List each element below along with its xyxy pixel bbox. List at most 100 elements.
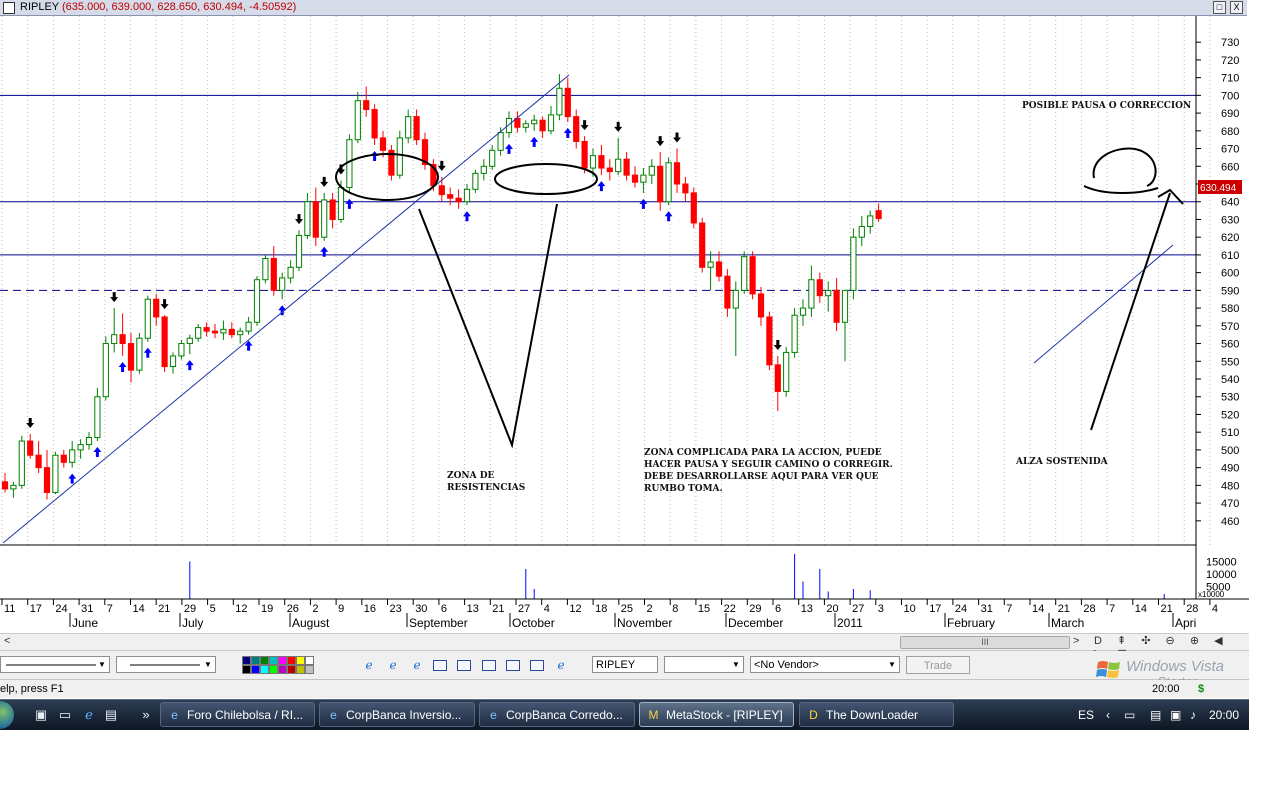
candle-body [606,167,613,173]
color-palette[interactable] [242,656,327,674]
horizontal-scrollbar[interactable]: < III > D ⇞ ✣ ⊖ ⊕ ◀ ▶ ⊞ [0,633,1249,660]
color-swatch[interactable] [242,665,251,674]
price-tick-label: 560 [1221,339,1239,351]
color-swatch[interactable] [287,656,296,665]
date-tick-label: 23 [390,603,402,615]
date-tick-label: 21 [1058,603,1070,615]
volume-icon[interactable]: ♪ [1190,700,1196,730]
periodicity-select[interactable]: ▼ [664,656,744,673]
chevron-down-icon: ▼ [732,660,740,669]
candle-body [707,261,714,268]
month-label: July [182,616,203,630]
layout-icon[interactable] [530,660,544,671]
price-tick-label: 570 [1221,321,1239,333]
ie-icon[interactable]: ℯ [409,658,425,672]
ie-icon: e [490,708,497,722]
trade-button[interactable]: Trade [906,656,970,674]
scroll-left-arrow[interactable]: < [4,635,10,648]
show-desktop-icon[interactable]: ▣ [33,707,49,723]
network-icon[interactable]: ▭ [1124,700,1135,730]
color-swatch[interactable] [269,665,278,674]
color-swatch[interactable] [251,665,260,674]
scroll-right-arrow[interactable]: > [1073,635,1079,648]
date-tick-label: 14 [133,603,145,615]
price-axis: 460 470 480 490 500 510 520 530 540 550 560 570 580 5… [1196,37,1239,528]
candle-body [489,149,496,167]
line-weight-select[interactable]: ▼ [116,656,216,673]
candle-body [598,155,605,169]
symbol-input[interactable]: RIPLEY [592,656,658,673]
taskbar-item[interactable]: D The DownLoader [799,702,954,727]
candle-body [153,298,160,318]
ie-quicklaunch-icon[interactable]: ℯ [81,707,97,723]
window-cascade-icon[interactable] [457,660,471,671]
language-indicator[interactable]: ES [1078,700,1094,730]
candle-body [69,449,76,463]
taskbar-item[interactable]: M MetaStock - [RIPLEY] [639,702,794,727]
candle-body [615,158,622,173]
ie-icon[interactable]: ℯ [385,658,401,672]
color-swatch[interactable] [278,665,287,674]
candle-body [774,364,781,392]
vendor-select[interactable]: <No Vendor> ▼ [750,656,900,673]
candle-body [715,261,723,277]
candle-body [346,139,353,189]
line-style-select[interactable]: ▼ [0,656,110,673]
color-swatch[interactable] [305,665,314,674]
price-tick-label: 520 [1221,409,1239,421]
candle-body [161,316,168,368]
color-swatch[interactable] [260,656,269,665]
chart-window-icon[interactable] [3,2,15,14]
candle-body [741,256,748,291]
candle-body [304,201,311,236]
start-button[interactable] [0,701,14,729]
taskbar-item[interactable]: e Foro Chilebolsa / RI... [160,702,315,727]
color-swatch[interactable] [296,665,305,674]
app-quicklaunch-icon[interactable]: ▤ [103,707,119,723]
date-tick-label: 9 [338,603,344,615]
date-tick-label: 30 [415,603,427,615]
candle-body [1,481,9,490]
close-button[interactable]: X [1230,1,1243,14]
date-tick-label: 5 [210,603,216,615]
ie-icon[interactable]: ℯ [361,658,377,672]
tray-app-icon[interactable]: ▤ [1150,700,1161,730]
month-label: Apri [1175,616,1196,630]
restore-button[interactable]: □ [1213,1,1226,14]
ie-icon: e [171,708,178,722]
date-tick-label: 12 [235,603,247,615]
layout-icon[interactable] [482,660,496,671]
candle-body [480,165,487,174]
quicklaunch-more-icon[interactable]: » [138,707,154,723]
tray-display-icon[interactable]: ▣ [1170,700,1181,730]
price-tick-label: 730 [1221,37,1239,49]
color-swatch[interactable] [305,656,314,665]
color-swatch[interactable] [278,656,287,665]
color-swatch[interactable] [260,665,269,674]
month-label: September [409,616,468,630]
chevron-down-icon: ▼ [204,660,212,669]
status-time: 20:00 [1152,683,1180,695]
candle-body [270,257,277,291]
volume-tick-label: 10000 [1206,569,1237,581]
taskbar-clock[interactable]: 20:00 [1209,700,1239,730]
taskbar-item[interactable]: e CorpBanca Inversio... [319,702,475,727]
color-swatch[interactable] [242,656,251,665]
switch-windows-icon[interactable]: ▭ [57,707,73,723]
tray-expand-icon[interactable]: ‹ [1106,700,1110,730]
layout-icon[interactable] [506,660,520,671]
candle-body [673,162,681,185]
ie-icon[interactable]: ℯ [553,658,569,672]
color-swatch[interactable] [287,665,296,674]
taskbar-item[interactable]: e CorpBanca Corredo... [479,702,635,727]
date-tick-label: 2 [647,603,653,615]
color-swatch[interactable] [296,656,305,665]
color-swatch[interactable] [269,656,278,665]
candle-body [85,437,93,446]
scroll-thumb[interactable]: III [900,636,1070,649]
date-tick-label: 24 [955,603,967,615]
color-swatch[interactable] [251,656,260,665]
window-tile-icon[interactable] [433,660,447,671]
date-tick-label: 14 [1135,603,1147,615]
price-tick-label: 680 [1221,126,1239,138]
